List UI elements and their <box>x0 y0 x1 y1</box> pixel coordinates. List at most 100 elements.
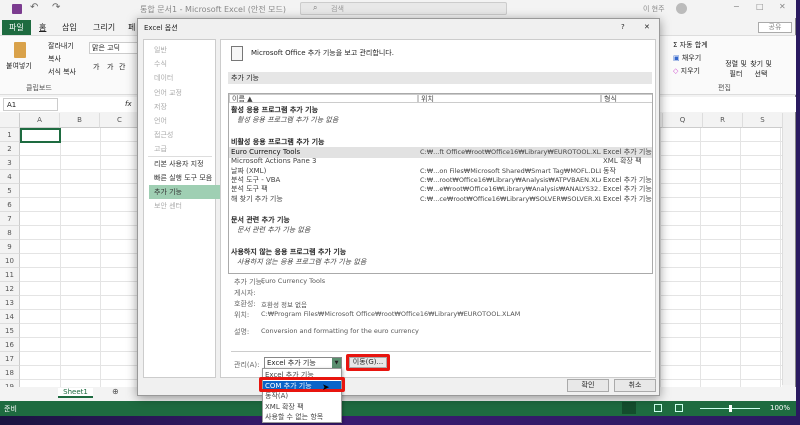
nav-item-6[interactable]: 접근성 <box>149 128 221 142</box>
close-window-button[interactable]: ✕ <box>779 2 786 11</box>
com-option-highlight <box>259 377 345 392</box>
nav-item-8[interactable]: 리본 사용자 지정 <box>149 157 221 171</box>
fx-icon[interactable]: fx <box>125 100 132 108</box>
format-painter-button[interactable]: 서식 복사 <box>48 67 76 77</box>
row-header-16[interactable]: 16 <box>0 338 20 352</box>
row-header-2[interactable]: 2 <box>0 142 20 156</box>
normal-view-icon[interactable] <box>622 402 636 414</box>
clear-button[interactable]: ◇ 지우기 <box>673 66 700 76</box>
cancel-button[interactable]: 취소 <box>614 379 656 392</box>
row-header-17[interactable]: 17 <box>0 352 20 366</box>
dropdown-option-3[interactable]: XML 확장 팩 <box>263 402 341 413</box>
column-header-name[interactable]: 이름 ▲ <box>229 94 418 103</box>
zoom-slider[interactable] <box>700 405 760 412</box>
user-name[interactable]: 이 현주 <box>643 4 665 14</box>
active-cell-a1[interactable] <box>20 128 61 143</box>
detail-value: 호환성 정보 없음 <box>261 301 307 309</box>
row-header-9[interactable]: 9 <box>0 240 20 254</box>
dialog-close-button[interactable]: ✕ <box>644 23 650 31</box>
chevron-down-icon[interactable]: ▼ <box>332 358 341 368</box>
minimize-button[interactable]: − <box>733 2 740 11</box>
options-nav: 일반 수식 데이터 언어 교정 저장 언어 접근성 고급 리본 사용자 지정 빠른 실행 도구 모… <box>143 39 221 378</box>
paste-button[interactable]: 붙여넣기 <box>6 61 32 71</box>
font-name-input[interactable]: 맑은 고딕 <box>89 42 139 54</box>
row-header-13[interactable]: 13 <box>0 296 20 310</box>
nav-item-7[interactable]: 고급 <box>149 142 221 156</box>
nav-item-4[interactable]: 저장 <box>149 100 221 114</box>
tab-draw[interactable]: 그리기 <box>86 20 122 35</box>
tab-home[interactable]: 홈 <box>32 20 53 35</box>
undo-icon[interactable]: ↶ <box>30 2 38 13</box>
search-box[interactable]: ⌕ 검색 <box>300 2 507 15</box>
tab-file[interactable]: 파일 <box>2 20 31 35</box>
search-icon: ⌕ <box>313 3 318 12</box>
page-layout-icon[interactable] <box>654 404 662 412</box>
select-all-corner[interactable] <box>0 113 20 128</box>
eraser-icon: ◇ <box>673 67 679 75</box>
copy-button[interactable]: 복사 <box>48 54 61 64</box>
nav-item-11[interactable]: 보안 센터 <box>149 199 221 213</box>
nav-item-3[interactable]: 언어 교정 <box>149 86 221 100</box>
addins-list[interactable]: 이름 ▲ 위치 형식 활성 응용 프로그램 추가 기능 활성 응용 프로그램 추가… <box>228 93 653 274</box>
find-select-button[interactable]: 찾기 및 선택 <box>750 59 772 79</box>
column-header-S[interactable]: S <box>743 113 782 128</box>
column-header-Q[interactable]: Q <box>663 113 703 128</box>
window-title: 통합 문서1 - Microsoft Excel (안전 모드) <box>140 5 286 14</box>
fill-icon: ▣ <box>673 54 680 62</box>
column-header-type[interactable]: 형식 <box>601 94 652 103</box>
row-header-18[interactable]: 18 <box>0 366 20 380</box>
column-header-R[interactable]: R <box>703 113 743 128</box>
share-button[interactable]: 공유 <box>758 22 792 33</box>
row-header-11[interactable]: 11 <box>0 268 20 282</box>
italic-button[interactable]: 가 <box>107 62 113 72</box>
column-header-B[interactable]: B <box>60 113 100 128</box>
tab-insert[interactable]: 삽입 <box>55 20 84 35</box>
row-header-8[interactable]: 8 <box>0 226 20 240</box>
column-header-A[interactable]: A <box>20 113 60 128</box>
zoom-thumb[interactable] <box>729 405 732 412</box>
autosum-button[interactable]: Σ 자동 합계 <box>673 40 708 50</box>
ok-button[interactable]: 확인 <box>567 379 609 392</box>
row-header-5[interactable]: 5 <box>0 184 20 198</box>
row-header-19[interactable]: 19 <box>0 380 20 387</box>
fill-button[interactable]: ▣ 채우기 <box>673 53 701 63</box>
dropdown-option-4[interactable]: 사용할 수 없는 항목 <box>263 412 341 423</box>
nav-item-9[interactable]: 빠른 실행 도구 모음 <box>149 171 221 185</box>
name-box[interactable]: A1 <box>3 98 58 111</box>
redo-icon[interactable]: ↷ <box>52 2 60 13</box>
underline-button[interactable]: 간 <box>119 62 125 72</box>
add-sheet-icon[interactable]: ⊕ <box>112 387 119 396</box>
nav-item-2[interactable]: 데이터 <box>149 71 221 85</box>
row-header-3[interactable]: 3 <box>0 156 20 170</box>
nav-item-10[interactable]: 추가 기능 <box>149 185 221 199</box>
go-button[interactable]: 이동(G)... <box>349 357 387 368</box>
row-header-15[interactable]: 15 <box>0 324 20 338</box>
row-header-6[interactable]: 6 <box>0 198 20 212</box>
zoom-level[interactable]: 100% <box>770 404 790 412</box>
addins-icon <box>231 46 243 61</box>
cut-button[interactable]: 잘라내기 <box>48 41 74 51</box>
list-item[interactable]: 해 찾기 추가 기능 C:₩...ce₩root₩Office16₩Library… <box>229 194 652 205</box>
row-header-7[interactable]: 7 <box>0 212 20 226</box>
vertical-scrollbar[interactable] <box>782 113 795 385</box>
bold-button[interactable]: 가 <box>93 62 99 72</box>
maximize-button[interactable]: □ <box>756 2 764 11</box>
sheet-tab-sheet1[interactable]: Sheet1 <box>58 388 93 398</box>
title-bar: ↶ ↷ 통합 문서1 - Microsoft Excel (안전 모드) ⌕ 검… <box>0 0 796 18</box>
row-header-10[interactable]: 10 <box>0 254 20 268</box>
save-icon[interactable] <box>12 4 22 14</box>
page-break-icon[interactable] <box>675 404 683 412</box>
column-header-C[interactable]: C <box>100 113 140 128</box>
row-header-12[interactable]: 12 <box>0 282 20 296</box>
nav-item-1[interactable]: 수식 <box>149 57 221 71</box>
nav-item-5[interactable]: 언어 <box>149 114 221 128</box>
help-button[interactable]: ? <box>621 23 625 31</box>
nav-item-0[interactable]: 일반 <box>149 43 221 57</box>
row-header-4[interactable]: 4 <box>0 170 20 184</box>
sort-filter-button[interactable]: 정렬 및 필터 <box>725 59 747 79</box>
paste-icon[interactable] <box>14 42 26 58</box>
avatar-icon[interactable] <box>676 3 687 14</box>
column-header-location[interactable]: 위치 <box>418 94 601 103</box>
row-header-14[interactable]: 14 <box>0 310 20 324</box>
row-header-1[interactable]: 1 <box>0 128 20 142</box>
